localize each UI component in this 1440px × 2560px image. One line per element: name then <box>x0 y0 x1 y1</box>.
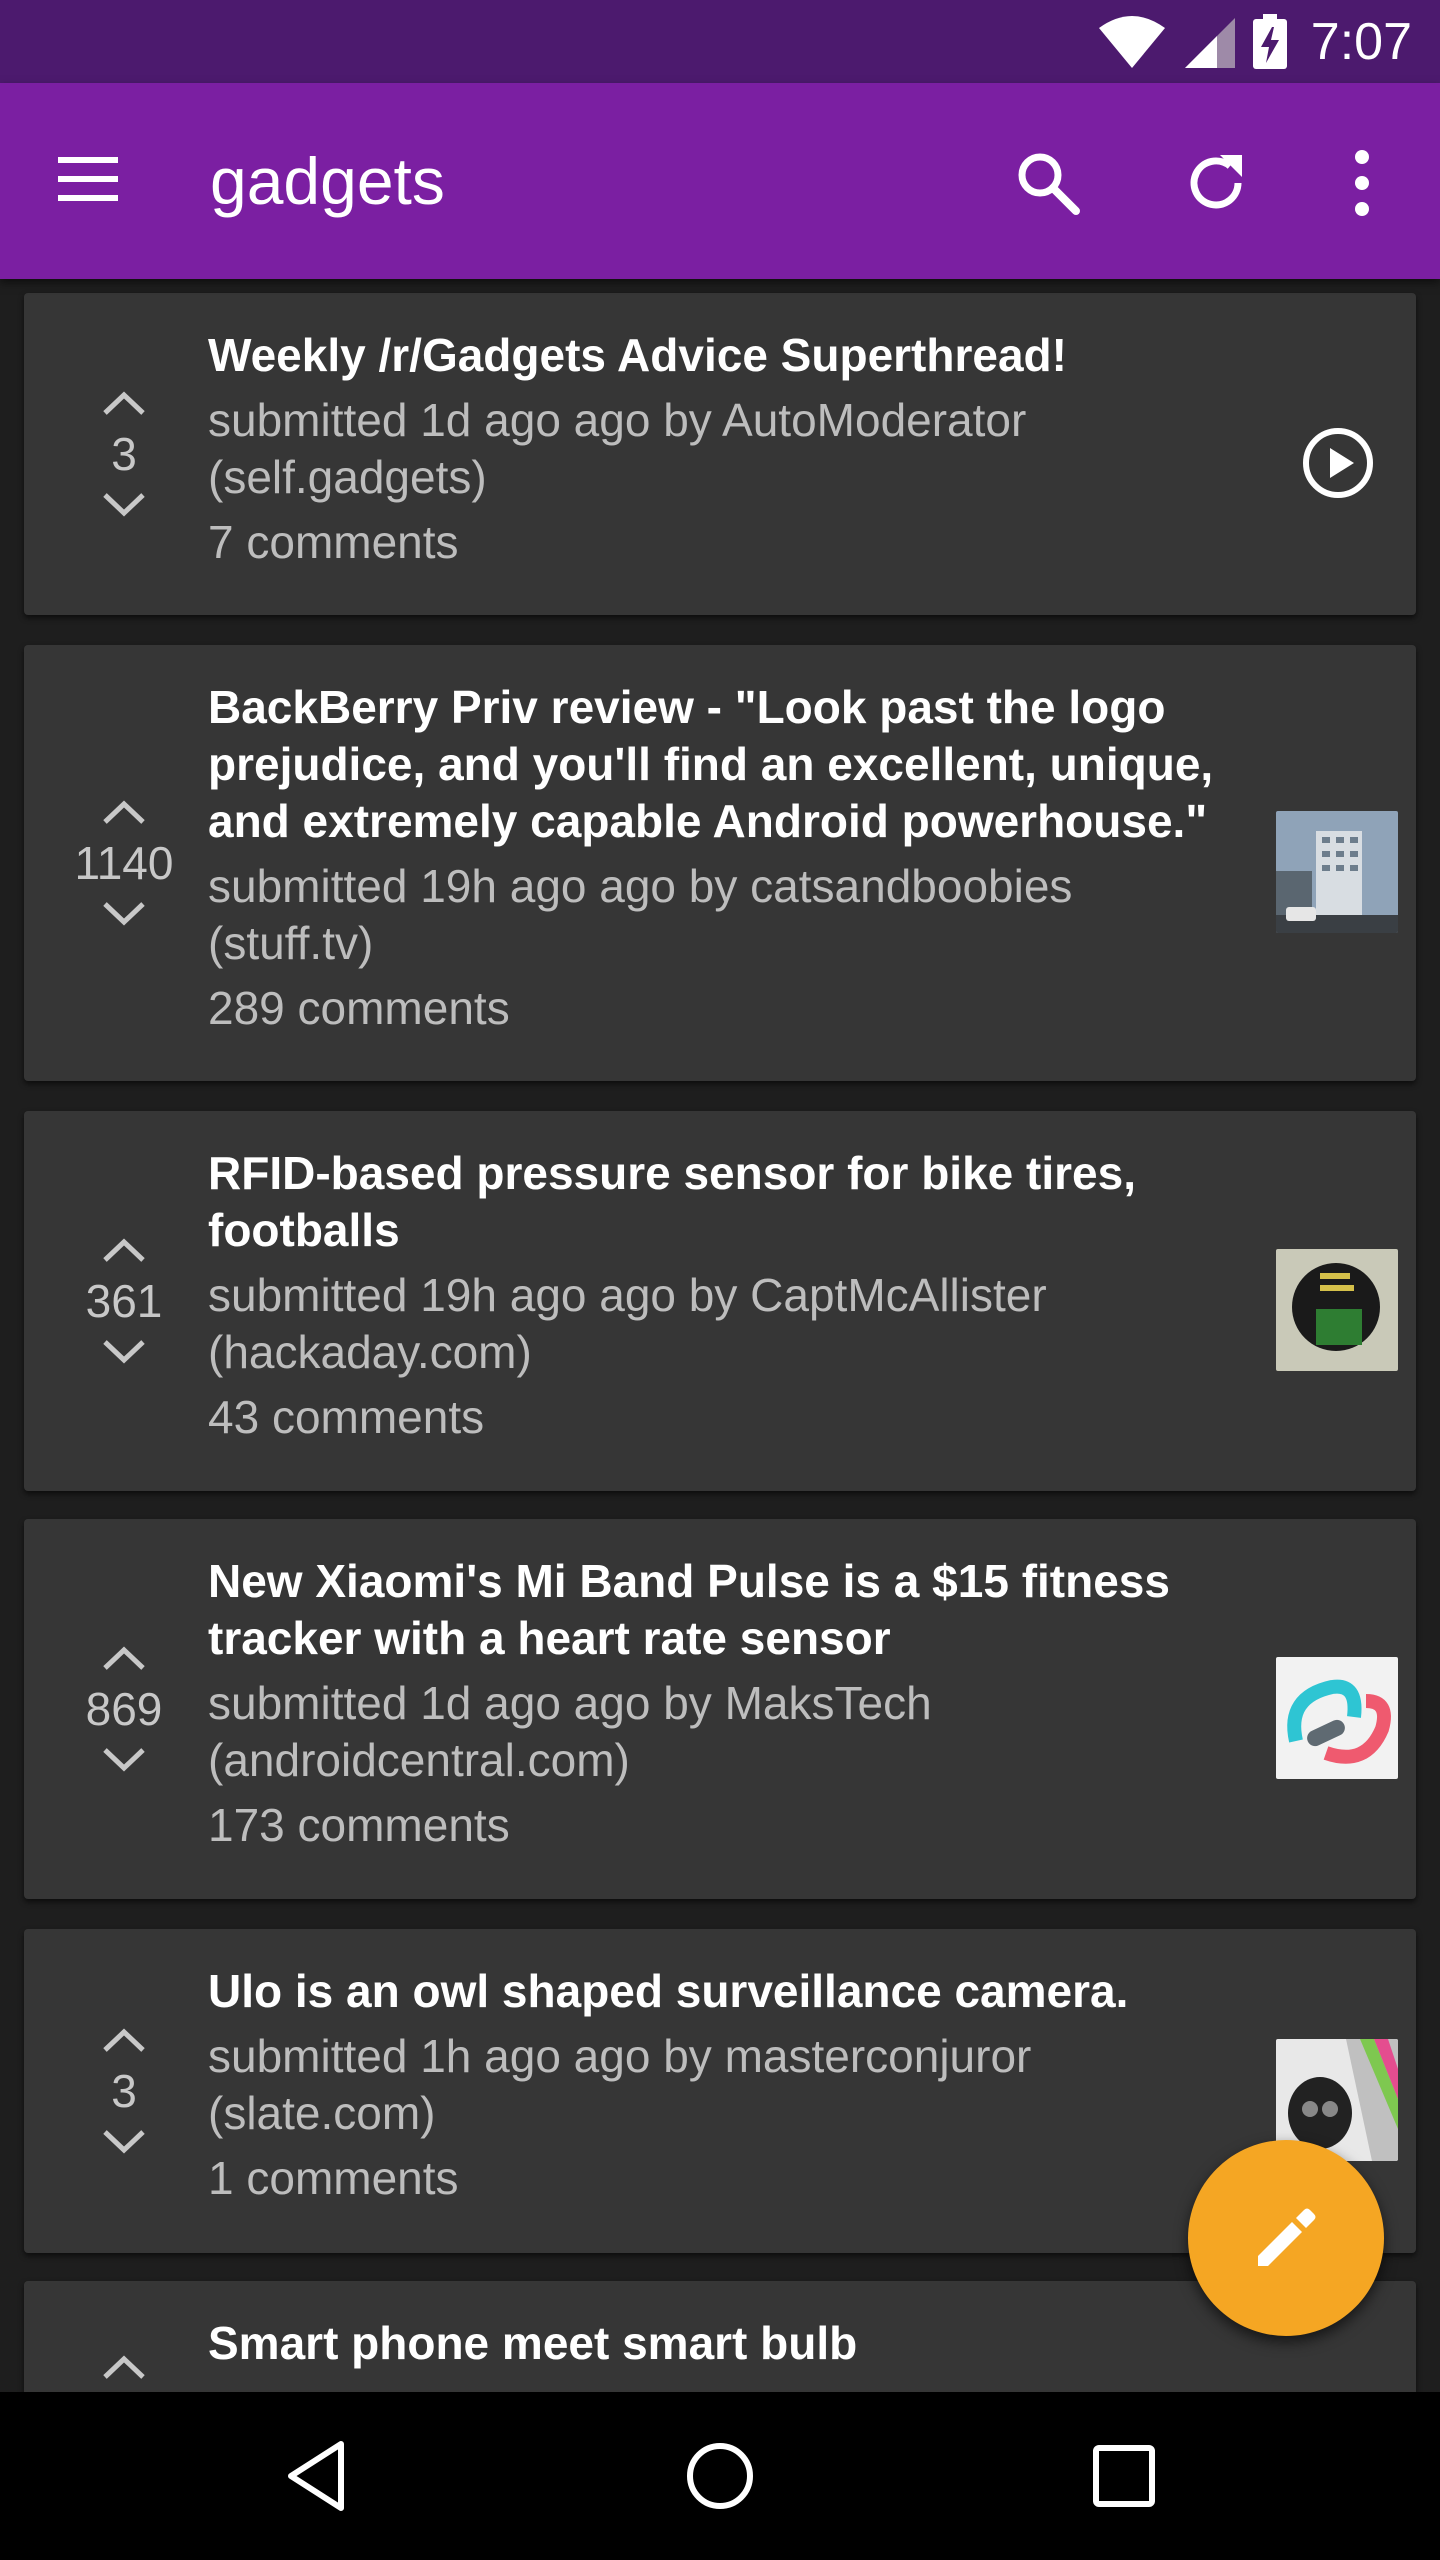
menu-icon <box>58 157 118 201</box>
post-comments[interactable]: 43 comments <box>208 1389 1228 1446</box>
downvote-icon[interactable] <box>99 898 149 930</box>
post-meta: submitted 1d ago ago by AutoModerator (s… <box>208 392 1228 506</box>
overflow-menu-icon <box>1355 150 1369 216</box>
post-card[interactable]: 869 New Xiaomi's Mi Band Pulse is a $15 … <box>24 1519 1416 1899</box>
compose-fab-button[interactable] <box>1188 2140 1384 2336</box>
post-card[interactable]: 3 Weekly /r/Gadgets Advice Superthread! … <box>24 293 1416 615</box>
downvote-icon[interactable] <box>99 1744 149 1776</box>
post-title[interactable]: RFID-based pressure sensor for bike tire… <box>208 1145 1228 1259</box>
search-icon <box>1018 153 1080 215</box>
post-title[interactable]: Smart phone meet smart bulb <box>208 2315 1228 2372</box>
post-score: 3 <box>111 428 137 480</box>
upvote-icon[interactable] <box>99 1642 149 1674</box>
post-body: BackBerry Priv review - "Look past the l… <box>208 679 1228 1037</box>
fitness-band-thumbnail[interactable] <box>1276 1657 1398 1779</box>
post-meta: submitted 1h ago ago by masterconjuror (… <box>208 2028 1228 2142</box>
post-submitter: submitted 19h ago ago by CaptMcAllister <box>208 1269 1047 1321</box>
vote-controls: 869 <box>24 1519 224 1899</box>
sensor-thumbnail[interactable] <box>1276 1249 1398 1371</box>
system-nav-bar <box>0 2392 1440 2560</box>
upvote-icon[interactable] <box>99 2351 149 2383</box>
downvote-icon[interactable] <box>99 1336 149 1368</box>
building-thumbnail[interactable] <box>1276 811 1398 933</box>
back-button[interactable] <box>266 2426 366 2526</box>
downvote-icon[interactable] <box>99 2126 149 2158</box>
post-body: Weekly /r/Gadgets Advice Superthread! su… <box>208 327 1228 571</box>
play-icon[interactable] <box>1300 425 1376 501</box>
page-title: gadgets <box>210 144 445 218</box>
post-submitter: submitted 1h ago ago by masterconjuror <box>208 2030 1032 2082</box>
search-button[interactable] <box>1008 143 1088 223</box>
app-toolbar: gadgets <box>0 83 1440 279</box>
vote-controls: 1140 <box>24 645 224 1081</box>
post-comments[interactable]: 7 comments <box>208 514 1228 571</box>
recents-icon <box>1093 2445 1155 2507</box>
refresh-button[interactable] <box>1176 143 1256 223</box>
post-domain: (androidcentral.com) <box>208 1734 630 1786</box>
post-score: 1140 <box>74 837 174 889</box>
post-domain: (slate.com) <box>208 2087 436 2139</box>
post-submitter: submitted 1d ago ago by AutoModerator <box>208 394 1027 446</box>
downvote-icon[interactable] <box>99 489 149 521</box>
post-meta: submitted 1d ago ago by MaksTech (androi… <box>208 1675 1228 1789</box>
vote-controls: 3 <box>24 293 224 615</box>
status-time: 7:07 <box>1310 12 1412 71</box>
post-list[interactable]: 3 Weekly /r/Gadgets Advice Superthread! … <box>0 279 1440 2392</box>
post-card[interactable]: 1140 BackBerry Priv review - "Look past … <box>24 645 1416 1081</box>
post-body: New Xiaomi's Mi Band Pulse is a $15 fitn… <box>208 1553 1228 1854</box>
upvote-icon[interactable] <box>99 387 149 419</box>
post-domain: (stuff.tv) <box>208 917 374 969</box>
post-score: 869 <box>85 1683 163 1735</box>
upvote-icon[interactable] <box>99 796 149 828</box>
recents-button[interactable] <box>1074 2426 1174 2526</box>
post-meta: submitted 19h ago ago by CaptMcAllister … <box>208 1267 1228 1381</box>
upvote-icon[interactable] <box>99 1234 149 1266</box>
vote-controls <box>24 2281 224 2392</box>
post-comments[interactable]: 1 comments <box>208 2150 1228 2207</box>
vote-controls: 3 <box>24 1929 224 2253</box>
menu-button[interactable] <box>52 143 124 220</box>
upvote-icon[interactable] <box>99 2024 149 2056</box>
post-submitter: submitted 19h ago ago by catsandboobies <box>208 860 1073 912</box>
post-title[interactable]: BackBerry Priv review - "Look past the l… <box>208 679 1228 850</box>
post-body: RFID-based pressure sensor for bike tire… <box>208 1145 1228 1446</box>
home-icon <box>687 2443 753 2509</box>
post-score: 361 <box>85 1275 163 1327</box>
status-bar: 7:07 <box>0 0 1440 83</box>
post-meta: submitted 19h ago ago by catsandboobies … <box>208 858 1228 972</box>
cell-signal-icon <box>1184 17 1235 68</box>
post-body: Ulo is an owl shaped surveillance camera… <box>208 1963 1228 2207</box>
overflow-menu-button[interactable] <box>1322 143 1402 223</box>
post-title[interactable]: New Xiaomi's Mi Band Pulse is a $15 fitn… <box>208 1553 1228 1667</box>
post-score: 3 <box>111 2065 137 2117</box>
home-button[interactable] <box>670 2426 770 2526</box>
post-card[interactable]: 361 RFID-based pressure sensor for bike … <box>24 1111 1416 1491</box>
post-submitter: submitted 1d ago ago by MaksTech <box>208 1677 932 1729</box>
battery-charging-icon <box>1252 13 1287 69</box>
post-comments[interactable]: 289 comments <box>208 980 1228 1037</box>
back-icon <box>288 2441 344 2511</box>
edit-icon <box>1258 2208 1316 2266</box>
vote-controls: 361 <box>24 1111 224 1491</box>
post-title[interactable]: Weekly /r/Gadgets Advice Superthread! <box>208 327 1228 384</box>
post-title[interactable]: Ulo is an owl shaped surveillance camera… <box>208 1963 1228 2020</box>
post-body: Smart phone meet smart bulb <box>208 2315 1228 2372</box>
refresh-icon <box>1190 155 1242 209</box>
wifi-icon <box>1098 15 1165 68</box>
post-card[interactable]: Smart phone meet smart bulb <box>24 2281 1416 2392</box>
post-domain: (hackaday.com) <box>208 1326 532 1378</box>
post-domain: (self.gadgets) <box>208 451 487 503</box>
post-comments[interactable]: 173 comments <box>208 1797 1228 1854</box>
